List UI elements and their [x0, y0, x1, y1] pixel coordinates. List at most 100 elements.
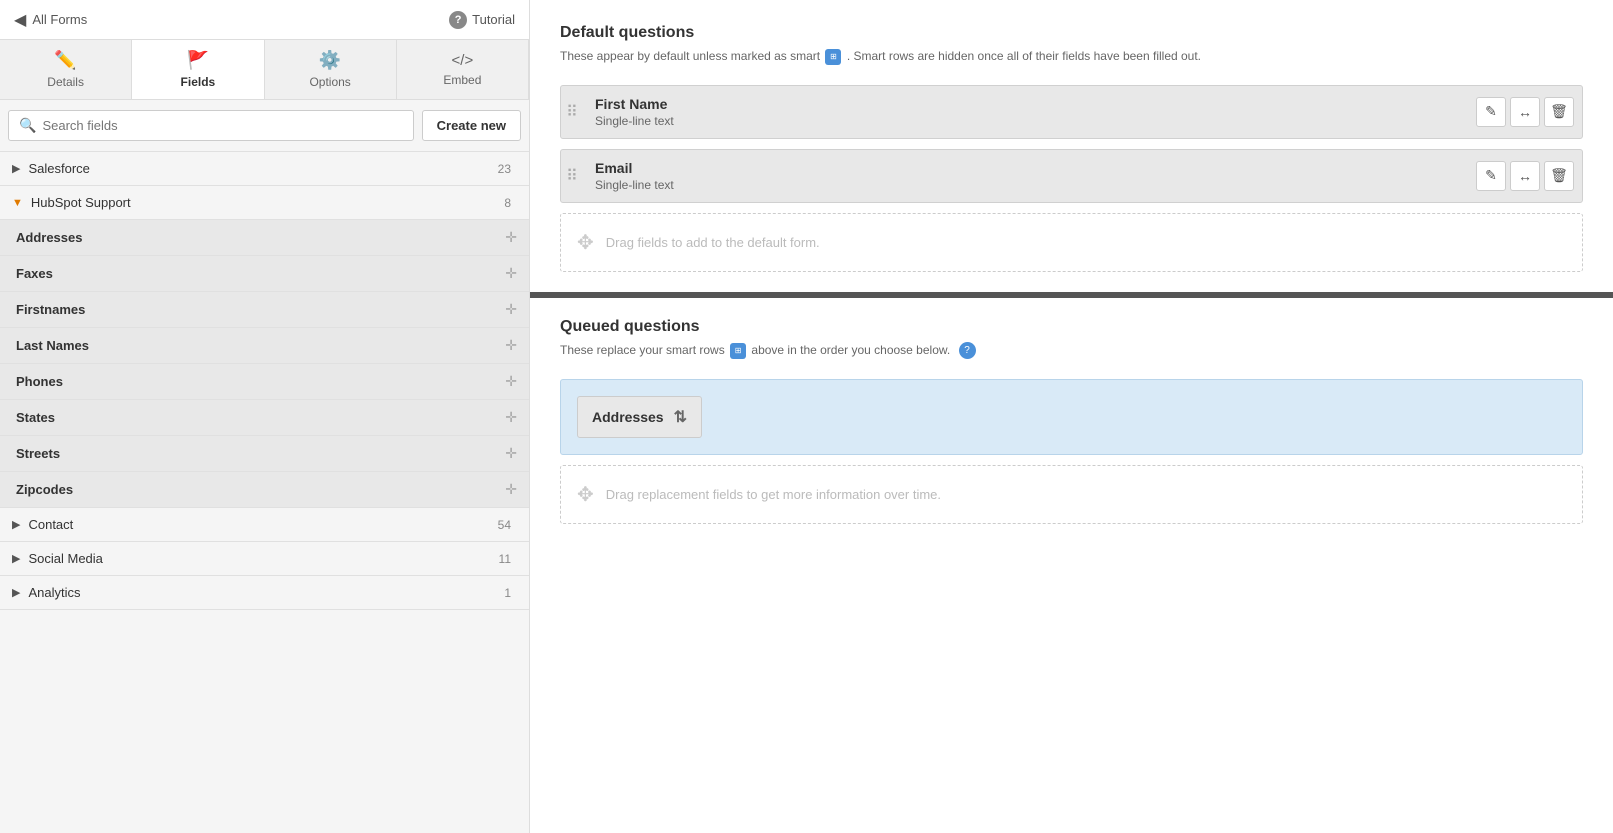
subitem-states[interactable]: States ✛: [0, 400, 529, 436]
last-names-drag-icon[interactable]: ✛: [505, 337, 517, 354]
tutorial-button[interactable]: ? Tutorial: [449, 11, 515, 29]
subitem-states-label: States: [16, 410, 505, 425]
queued-questions-section: Queued questions These replace your smar…: [560, 318, 1583, 524]
queued-card-addresses[interactable]: Addresses ⇅: [577, 396, 702, 438]
default-desc-suffix: . Smart rows are hidden once all of thei…: [847, 49, 1201, 63]
email-actions: ✎ ↔ 🗑: [1476, 161, 1582, 191]
salesforce-arrow-icon: ▶: [12, 162, 20, 175]
subitem-phones[interactable]: Phones ✛: [0, 364, 529, 400]
tab-fields-label: Fields: [181, 75, 216, 89]
contact-label: Contact: [28, 517, 497, 532]
queued-addresses-label: Addresses: [592, 409, 664, 425]
firstnames-drag-icon[interactable]: ✛: [505, 301, 517, 318]
queued-drag-placeholder: ✥ Drag replacement fields to get more in…: [560, 465, 1583, 524]
email-label: Email: [595, 160, 1464, 176]
back-button[interactable]: ◀ All Forms: [14, 10, 87, 30]
analytics-count: 1: [504, 586, 511, 600]
queued-section-desc: These replace your smart rows ⊞ above in…: [560, 342, 1583, 359]
group-analytics[interactable]: ▶ Analytics 1: [0, 576, 529, 610]
field-list: ▶ Salesforce 23 ▼ HubSpot Support 8 Addr…: [0, 152, 529, 833]
tab-details[interactable]: ✏️ Details: [0, 40, 132, 99]
field-card-email: ⠿ Email Single-line text ✎ ↔ 🗑: [560, 149, 1583, 203]
contact-count: 54: [498, 518, 511, 532]
tab-options[interactable]: ⚙️ Options: [265, 40, 397, 99]
search-create-row: 🔍 Create new: [0, 100, 529, 152]
subitem-faxes[interactable]: Faxes ✛: [0, 256, 529, 292]
group-social-media[interactable]: ▶ Social Media 11: [0, 542, 529, 576]
subitem-streets[interactable]: Streets ✛: [0, 436, 529, 472]
default-questions-section: Default questions These appear by defaul…: [560, 24, 1583, 272]
subitem-faxes-label: Faxes: [16, 266, 505, 281]
first-name-edit-button[interactable]: ✎: [1476, 97, 1506, 127]
social-media-count: 11: [499, 552, 511, 566]
queued-drag-placeholder-icon: ✥: [577, 482, 594, 507]
tutorial-label: Tutorial: [472, 12, 515, 27]
email-type: Single-line text: [595, 178, 1464, 192]
subitem-firstnames[interactable]: Firstnames ✛: [0, 292, 529, 328]
group-hubspot-support[interactable]: ▼ HubSpot Support 8: [0, 186, 529, 220]
phones-drag-icon[interactable]: ✛: [505, 373, 517, 390]
analytics-label: Analytics: [28, 585, 504, 600]
salesforce-count: 23: [498, 162, 511, 176]
left-panel: ◀ All Forms ? Tutorial ✏️ Details 🚩 Fiel…: [0, 0, 530, 833]
first-name-delete-button[interactable]: 🗑: [1544, 97, 1574, 127]
queued-desc-prefix: These replace your smart rows: [560, 343, 728, 357]
queued-drag-placeholder-text: Drag replacement fields to get more info…: [606, 487, 941, 502]
analytics-arrow-icon: ▶: [12, 586, 20, 599]
first-name-drag-handle[interactable]: ⠿: [561, 86, 583, 138]
tutorial-icon: ?: [449, 11, 467, 29]
subitem-addresses-label: Addresses: [16, 230, 505, 245]
embed-icon: </>: [452, 52, 474, 69]
first-name-move-button[interactable]: ↔: [1510, 97, 1540, 127]
contact-arrow-icon: ▶: [12, 518, 20, 531]
queued-card-wrapper: Addresses ⇅: [560, 379, 1583, 455]
subitem-last-names-label: Last Names: [16, 338, 505, 353]
tab-embed[interactable]: </> Embed: [397, 40, 529, 99]
tab-bar: ✏️ Details 🚩 Fields ⚙️ Options </> Embed: [0, 40, 529, 100]
queued-drag-icon: ⇅: [674, 407, 687, 427]
back-arrow-icon: ◀: [14, 10, 26, 30]
options-icon: ⚙️: [319, 50, 341, 71]
default-drag-placeholder: ✥ Drag fields to add to the default form…: [560, 213, 1583, 272]
subitem-addresses[interactable]: Addresses ✛: [0, 220, 529, 256]
tab-embed-label: Embed: [443, 73, 481, 87]
queued-desc-suffix: above in the order you choose below.: [751, 343, 950, 357]
subitem-last-names[interactable]: Last Names ✛: [0, 328, 529, 364]
social-media-arrow-icon: ▶: [12, 552, 20, 565]
default-desc-text: These appear by default unless marked as…: [560, 49, 823, 63]
smart-icon-2: ⊞: [730, 343, 746, 359]
section-divider: [530, 292, 1613, 298]
field-card-first-name: ⠿ First Name Single-line text ✎ ↔ 🗑: [560, 85, 1583, 139]
email-move-button[interactable]: ↔: [1510, 161, 1540, 191]
states-drag-icon[interactable]: ✛: [505, 409, 517, 426]
queued-info-icon[interactable]: ?: [959, 342, 976, 359]
create-new-button[interactable]: Create new: [422, 110, 521, 141]
group-contact[interactable]: ▶ Contact 54: [0, 508, 529, 542]
email-delete-button[interactable]: 🗑: [1544, 161, 1574, 191]
group-salesforce[interactable]: ▶ Salesforce 23: [0, 152, 529, 186]
first-name-type: Single-line text: [595, 114, 1464, 128]
streets-drag-icon[interactable]: ✛: [505, 445, 517, 462]
addresses-drag-icon[interactable]: ✛: [505, 229, 517, 246]
email-drag-handle[interactable]: ⠿: [561, 150, 583, 202]
email-info: Email Single-line text: [583, 150, 1476, 202]
tab-fields[interactable]: 🚩 Fields: [132, 40, 264, 99]
subitem-zipcodes-label: Zipcodes: [16, 482, 505, 497]
hubspot-label: HubSpot Support: [31, 195, 504, 210]
top-bar: ◀ All Forms ? Tutorial: [0, 0, 529, 40]
details-icon: ✏️: [54, 50, 76, 71]
salesforce-label: Salesforce: [28, 161, 497, 176]
search-icon: 🔍: [19, 117, 36, 134]
zipcodes-drag-icon[interactable]: ✛: [505, 481, 517, 498]
first-name-info: First Name Single-line text: [583, 86, 1476, 138]
search-input[interactable]: [42, 118, 402, 133]
hubspot-count: 8: [504, 196, 511, 210]
email-edit-button[interactable]: ✎: [1476, 161, 1506, 191]
back-label: All Forms: [32, 12, 87, 27]
default-section-title: Default questions: [560, 24, 1583, 42]
social-media-label: Social Media: [28, 551, 498, 566]
subitem-zipcodes[interactable]: Zipcodes ✛: [0, 472, 529, 508]
tab-details-label: Details: [47, 75, 84, 89]
faxes-drag-icon[interactable]: ✛: [505, 265, 517, 282]
hubspot-arrow-icon: ▼: [12, 197, 23, 209]
